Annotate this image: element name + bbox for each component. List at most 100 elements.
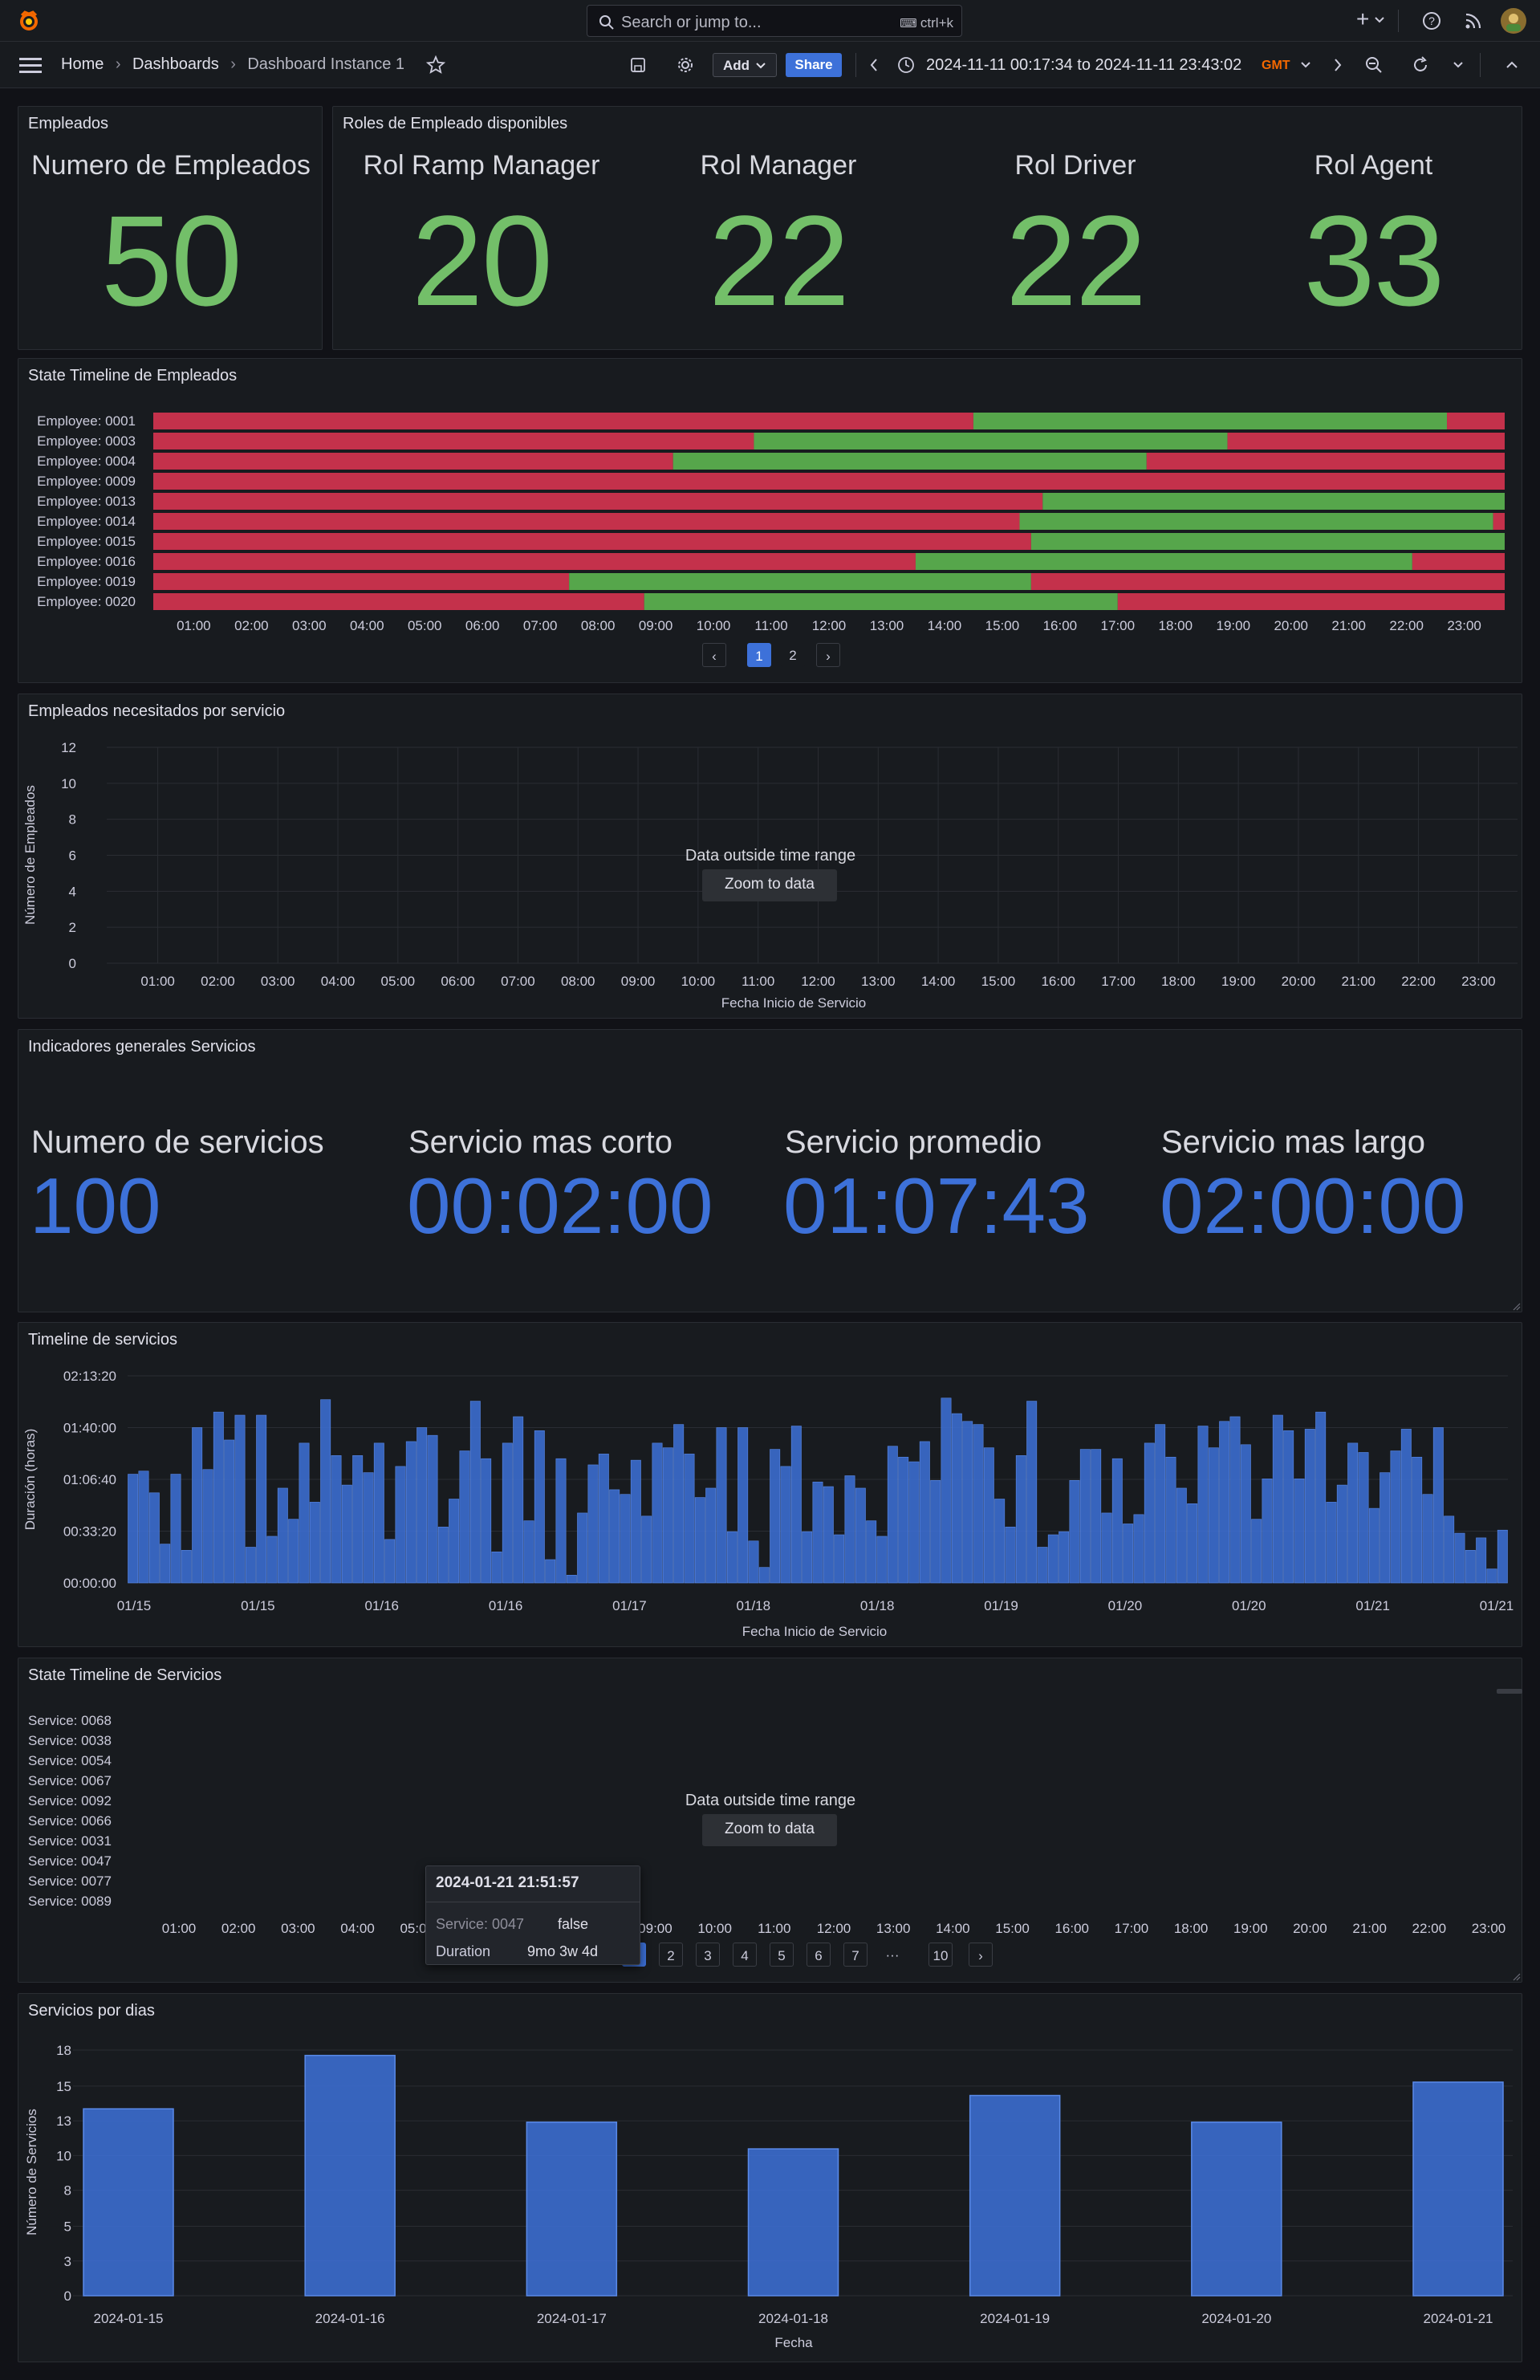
employee-state-timeline-chart[interactable]: Employee: 0001 Employee: 0003 Employee: 00… [18,359,1523,648]
timeline-servicios-chart[interactable]: 00:00:00 00:33:20 01:06:40 01:40:00 02:13:20… [18,1323,1523,1648]
x-tick-label: 01/20 [1232,1598,1266,1613]
x-tick-label: 16:00 [1041,974,1075,989]
row-label: Employee: 0020 [37,594,136,609]
bar [790,1426,802,1584]
chevron-left-icon: ‹ [712,649,717,664]
x-tick-label: 18:00 [1174,1921,1209,1936]
x-axis-label: Fecha [774,2335,813,2350]
bar [148,1492,160,1584]
pagination-page-8[interactable]: ··· [880,1943,904,1967]
share-button[interactable]: Share [786,53,842,77]
search-placeholder: Search or jump to... [621,14,762,31]
news-rss-icon[interactable] [1464,11,1483,31]
gear-icon[interactable] [677,56,694,74]
zoom-to-data-button[interactable]: Zoom to data [702,1814,837,1846]
y-tick-label: 3 [64,2254,71,2269]
state-segment [153,533,1031,550]
bar [673,1424,685,1584]
chevron-right-icon[interactable] [1332,58,1343,72]
y-tick-label: 18 [56,2043,71,2058]
x-tick-label: 18:00 [1159,618,1193,633]
stat-value: 50 [101,189,242,332]
bar [1497,1529,1508,1584]
chevron-down-icon[interactable] [1453,61,1464,69]
new-plus-button[interactable]: + [1356,6,1369,32]
bar [737,1427,749,1584]
bar [1197,1426,1209,1584]
pagination-next[interactable]: › [816,643,840,667]
add-button[interactable]: Add [713,53,777,77]
pagination-page-6[interactable]: 6 [807,1943,831,1967]
y-tick-label: 4 [69,884,76,899]
save-icon[interactable] [629,56,647,74]
resize-handle-icon[interactable] [1511,1971,1521,1981]
pagination-page-9[interactable]: 10 [928,1943,953,1967]
row-label: Service: 0066 [28,1813,112,1829]
x-tick-label: 2024-01-17 [537,2311,607,2326]
bar [181,1550,192,1584]
y-tick-label: 12 [61,740,76,755]
refresh-icon[interactable] [1411,55,1430,75]
pagination-page-1[interactable]: 1 [747,643,771,667]
bar [299,1442,310,1584]
stat-value-servicio-largo: 02:00:00 [1160,1162,1466,1250]
pagination-page-2[interactable]: 2 [659,1943,683,1967]
resize-handle-icon[interactable] [1511,1301,1521,1311]
chevron-down-icon[interactable] [1374,16,1385,24]
stat-label-servicio-corto: Servicio mas corto [408,1125,672,1160]
bar [502,1442,513,1584]
x-tick-label: 12:00 [817,1921,851,1936]
bar [395,1466,406,1584]
pagination-prev[interactable]: ‹ [702,643,726,667]
pagination-page-5[interactable]: 5 [770,1943,794,1967]
x-tick-label: 03:00 [261,974,295,989]
x-tick-label: 15:00 [981,974,1016,989]
chevron-left-icon[interactable] [868,58,880,72]
bar [1111,1458,1123,1584]
bar [1368,1507,1379,1584]
panel-title: Indicadores generales Servicios [28,1038,256,1056]
grafana-logo-icon[interactable] [18,10,40,32]
breadcrumb-dashboards[interactable]: Dashboards [132,55,219,73]
row-label: Employee: 0014 [37,514,136,529]
pagination-page-3[interactable]: 3 [696,1943,720,1967]
user-avatar[interactable] [1501,8,1526,34]
pagination-page-2[interactable]: 2 [781,643,805,667]
chevron-up-icon[interactable] [1505,61,1518,69]
bar [288,1519,299,1584]
divider [855,53,856,77]
star-icon[interactable] [426,55,445,75]
state-segment [1019,513,1493,530]
pagination-next[interactable]: › [969,1943,993,1967]
x-tick-label: 2024-01-18 [758,2311,828,2326]
bar [1219,1421,1230,1584]
time-range-label: 2024-11-11 00:17:34 to 2024-11-11 23:43:… [926,56,1242,74]
search-input[interactable]: Search or jump to... ⌨ ctrl+k [587,5,962,37]
bar [304,2054,396,2297]
row-label: Employee: 0004 [37,454,136,469]
help-icon[interactable]: ? [1422,11,1441,31]
zoom-to-data-button[interactable]: Zoom to data [702,869,837,901]
pagination-page-7[interactable]: 7 [843,1943,868,1967]
breadcrumb-home[interactable]: Home [61,55,104,73]
bar [1315,1411,1327,1584]
bar [523,1520,534,1584]
y-tick-label: 01:40:00 [63,1421,116,1436]
x-tick-label: 20:00 [1293,1921,1327,1936]
stat-value-ramp-manager: 20 [412,189,553,332]
row-label: Employee: 0009 [37,474,136,489]
bar [352,1455,364,1584]
servicios-dias-chart[interactable]: 0 3 5 8 10 13 15 18 2024-01-15 2024-01-16 2024-01-… [18,1994,1523,2363]
x-axis-label: Fecha Inicio de Servicio [721,995,866,1011]
x-tick-label: 11:00 [742,974,774,989]
bar [758,1567,770,1584]
y-tick-label: 2 [69,920,76,935]
tooltip-row-value: false [558,1916,589,1932]
pagination-page-4[interactable]: 4 [733,1943,757,1967]
zoom-out-icon[interactable] [1364,55,1384,75]
bar [969,2094,1061,2297]
x-tick-label: 01:00 [162,1921,197,1936]
time-range-picker[interactable]: 2024-11-11 00:17:34 to 2024-11-11 23:43:… [892,53,1326,77]
bar [83,2108,174,2297]
menu-icon[interactable] [19,56,42,74]
